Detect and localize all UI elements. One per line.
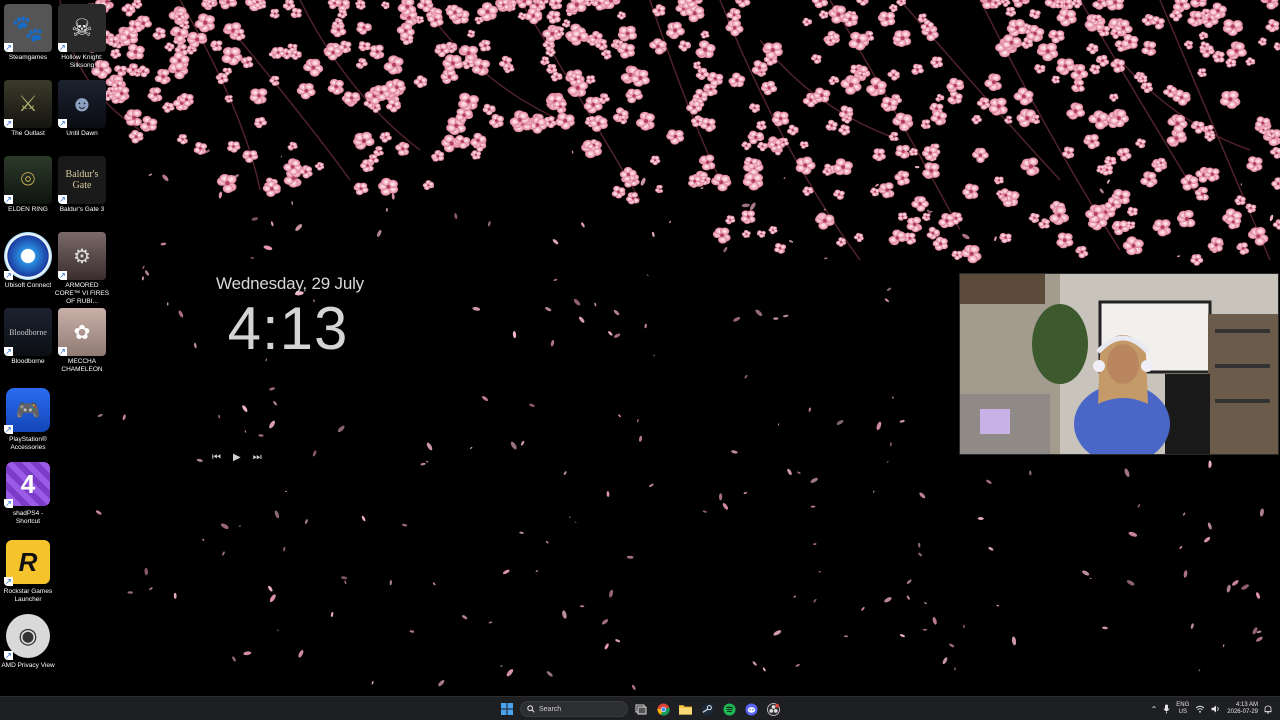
ubisoft-icon: ↗ [4, 232, 52, 280]
shortcut-arrow-icon: ↗ [58, 347, 67, 356]
desktop-shortcut-label: Bloodborne [11, 358, 45, 365]
shortcut-arrow-icon: ↗ [4, 651, 13, 660]
microphone-icon[interactable] [1163, 704, 1170, 714]
shortcut-arrow-icon: ↗ [58, 195, 67, 204]
clock-date: Wednesday, 29 July [216, 274, 364, 293]
shadps4-icon: 4 ↗ [4, 460, 52, 508]
system-tray: ⌃ ENG US 4:13 AM 2026-07-29 [1151, 699, 1272, 719]
language-indicator[interactable]: ENG US [1176, 702, 1189, 716]
desktop-shortcut[interactable]: Baldur's Gate ↗ Baldur's Gate 3 [54, 156, 110, 214]
desktop-shortcut[interactable]: R ↗ Rockstar Games Launcher [0, 538, 56, 604]
clock-time: 4:13 [227, 295, 349, 362]
bloodborne-icon: Bloodborne ↗ [4, 308, 52, 356]
media-controls: ⏮ ▶ ⏭ [212, 452, 262, 463]
desktop-shortcut[interactable]: ↗ Ubisoft Connect [0, 232, 56, 290]
chrome-icon[interactable] [654, 700, 672, 718]
shortcut-arrow-icon: ↗ [4, 577, 13, 586]
desktop-shortcut-label: MECCHA CHAMELEON [61, 358, 103, 373]
desktop-shortcut[interactable]: ⚙ ↗ ARMORED CORE™ VI FIRES OF RUBI... [54, 232, 110, 306]
webcam-overlay [959, 273, 1279, 455]
spotify-icon[interactable] [720, 700, 738, 718]
taskbar-clock[interactable]: 4:13 AM 2026-07-29 [1227, 702, 1258, 717]
elden-ring-icon: ⌾ ↗ [4, 156, 52, 204]
previous-track-button[interactable]: ⏮ [212, 452, 221, 463]
start-icon[interactable] [498, 700, 516, 718]
taskbar-date: 2026-07-29 [1227, 709, 1258, 715]
desktop-shortcut-label: Steamgames [8, 54, 48, 61]
desktop-shortcut[interactable]: 🐾 ↗ Steamgames [0, 4, 56, 62]
desktop-shortcut[interactable]: ⌾ ↗ ELDEN RING [0, 156, 56, 214]
wifi-icon[interactable] [1195, 705, 1205, 713]
desktop-shortcut[interactable]: ◉ ↗ AMD Privacy View [0, 612, 56, 670]
desktop-shortcut[interactable]: Bloodborne ↗ Bloodborne [0, 308, 56, 366]
shortcut-arrow-icon: ↗ [58, 271, 67, 280]
shortcut-arrow-icon: ↗ [4, 499, 13, 508]
desktop-shortcut[interactable]: 🎮 ↗ PlayStation® Accessories [0, 386, 56, 452]
next-track-button[interactable]: ⏭ [253, 452, 262, 463]
shortcut-arrow-icon: ↗ [58, 43, 67, 52]
webcam-feed-image [960, 274, 1278, 454]
taskbar-search-box[interactable]: Search [520, 701, 628, 717]
until-dawn-icon: ☻ ↗ [58, 80, 106, 128]
shortcut-arrow-icon: ↗ [58, 119, 67, 128]
shortcut-arrow-icon: ↗ [4, 43, 13, 52]
desktop-shortcut-label: AMD Privacy View [1, 662, 55, 669]
desktop-shortcut-label: The Outlast [11, 130, 45, 137]
shortcut-arrow-icon: ↗ [4, 347, 13, 356]
taskbar-center: Search [498, 699, 782, 719]
play-button[interactable]: ▶ [233, 452, 241, 463]
desktop-shortcut[interactable]: 4 ↗ shadPS4 - Shortcut [0, 460, 56, 526]
skull-icon: ☠ ↗ [58, 4, 106, 52]
playstation-controller-icon: 🎮 ↗ [4, 386, 52, 434]
search-placeholder: Search [539, 705, 562, 713]
discord-icon[interactable] [742, 700, 760, 718]
amd-privacy-icon: ◉ ↗ [4, 612, 52, 660]
armored-core-icon: ⚙ ↗ [58, 232, 106, 280]
taskbar-time: 4:13 AM [1235, 701, 1258, 708]
volume-icon[interactable] [1211, 705, 1221, 713]
shortcut-arrow-icon: ↗ [4, 119, 13, 128]
outlast-icon: ⚔ ↗ [4, 80, 52, 128]
desktop-shortcut-label: ARMORED CORE™ VI FIRES OF RUBI... [54, 282, 110, 305]
obs-icon[interactable] [764, 700, 782, 718]
desktop-shortcut-label: Baldur's Gate 3 [59, 206, 105, 213]
file-explorer-icon[interactable] [676, 700, 694, 718]
shortcut-arrow-icon: ↗ [4, 271, 13, 280]
shortcut-arrow-icon: ↗ [4, 425, 13, 434]
paw-icon: 🐾 ↗ [4, 4, 52, 52]
taskbar: Search ⌃ ENG US 4:13 AM 2026-07-29 [0, 696, 1280, 720]
desktop-shortcut-label: Until Dawn [66, 130, 98, 137]
desktop-shortcut[interactable]: ✿ ↗ MECCHA CHAMELEON [54, 308, 110, 374]
shortcut-arrow-icon: ↗ [4, 195, 13, 204]
desktop-shortcut-label: Ubisoft Connect [4, 282, 52, 289]
rockstar-icon: R ↗ [4, 538, 52, 586]
desktop-shortcut[interactable]: ⚔ ↗ The Outlast [0, 80, 56, 138]
language-code: ENG [1176, 702, 1190, 708]
task-view-icon[interactable] [632, 700, 650, 718]
meccha-chameleon-icon: ✿ ↗ [58, 308, 106, 356]
desktop-shortcut[interactable]: ☠ ↗ Hollow Knight: Silksong [54, 4, 110, 70]
desktop-shortcut[interactable]: ☻ ↗ Until Dawn [54, 80, 110, 138]
desktop-shortcut-label: PlayStation® Accessories [9, 436, 47, 451]
desktop-shortcut-label: Hollow Knight: Silksong [61, 54, 103, 69]
region-code: US [1178, 709, 1187, 715]
desktop-shortcut-label: ELDEN RING [8, 206, 48, 213]
desktop-shortcut-label: shadPS4 - Shortcut [12, 510, 44, 525]
notification-bell-icon[interactable] [1264, 705, 1272, 714]
search-icon [527, 705, 535, 713]
steam-icon[interactable] [698, 700, 716, 718]
chevron-up-icon[interactable]: ⌃ [1151, 705, 1158, 714]
baldurs-gate-icon: Baldur's Gate ↗ [58, 156, 106, 204]
desktop-shortcut-label: Rockstar Games Launcher [3, 588, 53, 603]
